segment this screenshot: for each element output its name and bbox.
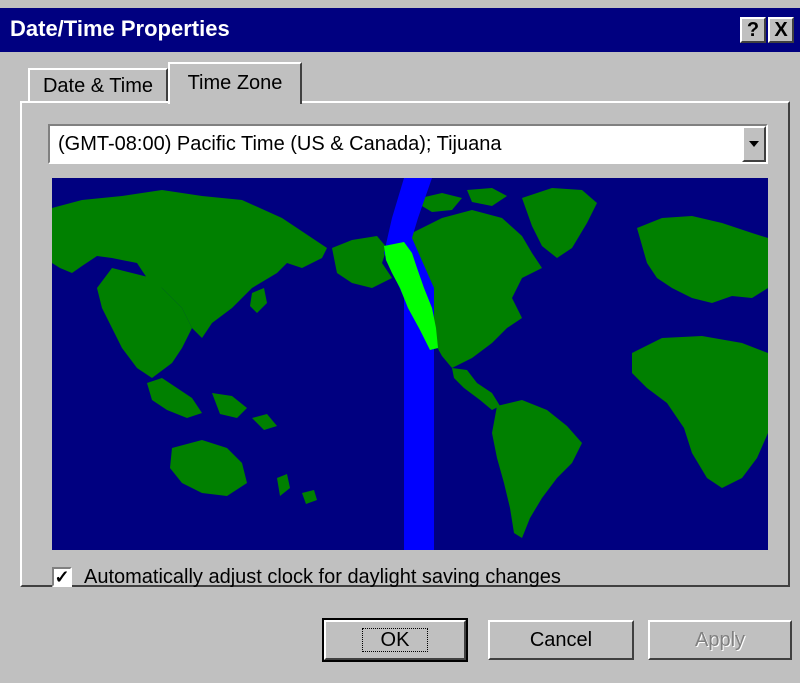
cancel-button[interactable]: Cancel	[488, 620, 634, 660]
title-bar[interactable]: Date/Time Properties ? X	[0, 8, 800, 52]
dialog-window: Date/Time Properties ? X Date & Time Tim…	[0, 0, 800, 683]
tab-date-time[interactable]: Date & Time	[28, 68, 168, 102]
timezone-dropdown[interactable]: (GMT-08:00) Pacific Time (US & Canada); …	[48, 124, 768, 164]
ok-button[interactable]: OK	[322, 618, 468, 662]
world-map[interactable]	[52, 178, 768, 550]
window-title: Date/Time Properties	[10, 16, 230, 41]
chevron-down-icon	[749, 141, 759, 147]
apply-button[interactable]: Apply	[648, 620, 792, 660]
ok-button-label: OK	[361, 628, 429, 652]
tab-time-zone[interactable]: Time Zone	[168, 62, 302, 104]
dst-checkbox[interactable]: ✓	[52, 567, 72, 587]
close-button[interactable]: X	[768, 17, 794, 43]
dst-checkbox-label[interactable]: Automatically adjust clock for daylight …	[84, 566, 561, 589]
timezone-selected-value: (GMT-08:00) Pacific Time (US & Canada); …	[58, 133, 502, 155]
help-button[interactable]: ?	[740, 17, 766, 43]
dropdown-button[interactable]	[742, 126, 766, 162]
